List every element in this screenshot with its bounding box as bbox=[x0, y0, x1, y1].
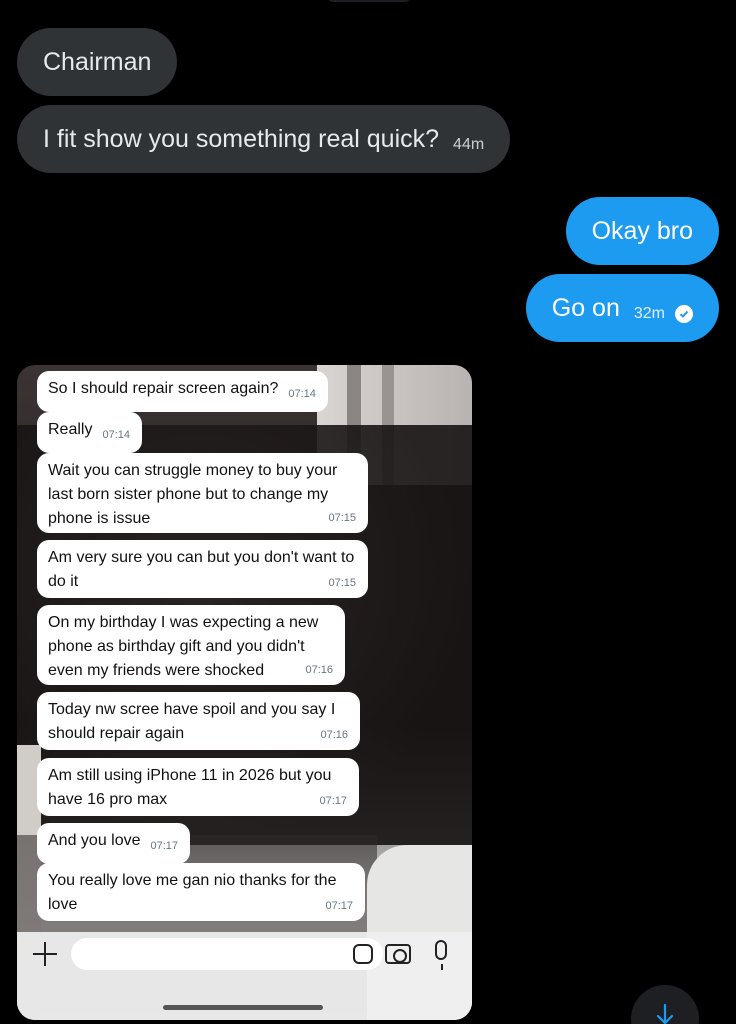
chat-bubble: Wait you can struggle money to buy your … bbox=[37, 453, 368, 533]
arrow-down-icon bbox=[656, 1003, 674, 1024]
chat-text: Am still using iPhone 11 in 2026 but you… bbox=[48, 767, 332, 808]
message-text: I fit show you something real quick? bbox=[43, 124, 440, 153]
chat-bubble: On my birthday I was expecting a new pho… bbox=[37, 605, 345, 685]
chat-text: And you love bbox=[48, 832, 141, 849]
chat-text: Today nw scree have spoil and you say I … bbox=[48, 701, 336, 742]
chat-time: 07:14 bbox=[102, 429, 130, 441]
chat-time: 07:15 bbox=[328, 577, 356, 589]
chat-time: 07:17 bbox=[150, 840, 179, 852]
camera-icon bbox=[385, 944, 411, 964]
chat-bubble: Really 07:14 bbox=[37, 412, 142, 453]
chat-text: On my birthday I was expecting a new pho… bbox=[48, 614, 319, 679]
chat-bubble: So I should repair screen again? 07:14 bbox=[37, 371, 328, 412]
check-circle-icon bbox=[675, 305, 693, 323]
chat-time: 07:16 bbox=[305, 664, 333, 676]
message-time: 32m bbox=[633, 305, 665, 322]
chat-bubble: Am still using iPhone 11 in 2026 but you… bbox=[37, 758, 359, 816]
message-time: 44m bbox=[453, 136, 485, 153]
chat-input-bar bbox=[17, 932, 472, 1020]
message-text: Chairman bbox=[43, 47, 152, 76]
chat-time: 07:16 bbox=[320, 729, 348, 741]
top-indicator bbox=[326, 0, 412, 2]
chat-bubble: And you love 07:17 bbox=[37, 823, 191, 864]
chat-bubble: Today nw scree have spoil and you say I … bbox=[37, 692, 360, 750]
chat-bubble: You really love me gan nio thanks for th… bbox=[37, 863, 365, 921]
chat-time: 07:17 bbox=[319, 795, 347, 807]
chat-bubble: Am very sure you can but you don't want … bbox=[37, 540, 368, 598]
chat-time: 07:14 bbox=[288, 388, 316, 400]
outgoing-message-2[interactable]: Go on 32m bbox=[525, 274, 719, 342]
message-text: Go on bbox=[551, 293, 620, 322]
outgoing-message-1[interactable]: Okay bro bbox=[565, 197, 719, 265]
incoming-message-2[interactable]: I fit show you something real quick? 44m bbox=[17, 105, 511, 173]
message-text: Okay bro bbox=[591, 216, 693, 245]
chat-text: You really love me gan nio thanks for th… bbox=[48, 872, 337, 913]
message-input bbox=[71, 938, 383, 970]
home-indicator bbox=[163, 1005, 323, 1010]
chat-time: 07:15 bbox=[328, 512, 356, 524]
chat-text: Wait you can struggle money to buy your … bbox=[48, 462, 338, 527]
chat-time: 07:17 bbox=[325, 900, 353, 912]
plus-icon bbox=[33, 942, 57, 966]
sticker-icon bbox=[353, 944, 373, 964]
scroll-to-bottom-button[interactable] bbox=[631, 985, 699, 1024]
shared-screenshot[interactable]: So I should repair screen again? 07:14 Re… bbox=[17, 365, 472, 1020]
chat-text: So I should repair screen again? bbox=[48, 380, 279, 397]
chat-text: Am very sure you can but you don't want … bbox=[48, 549, 355, 590]
microphone-icon bbox=[435, 940, 447, 970]
incoming-message-1[interactable]: Chairman bbox=[17, 28, 178, 96]
chat-text: Really bbox=[48, 421, 93, 438]
